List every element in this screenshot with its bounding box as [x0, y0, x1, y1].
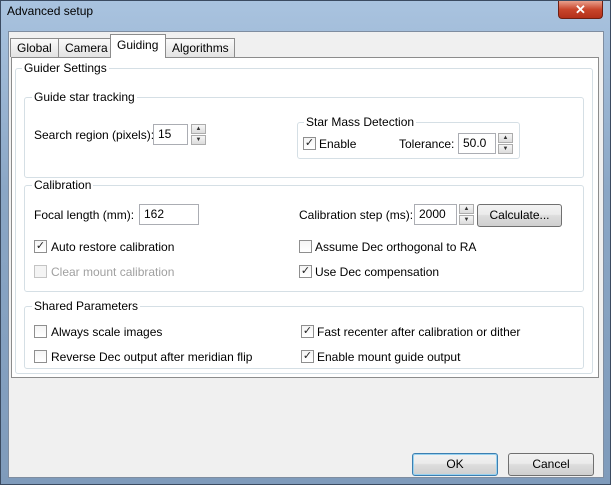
tab-algorithms[interactable]: Algorithms [165, 38, 235, 57]
calibration-step-spinner[interactable]: ▲ ▼ [459, 204, 474, 225]
shared-parameters-title: Shared Parameters [32, 299, 141, 313]
reverse-dec-checkbox[interactable] [34, 350, 47, 363]
search-region-spinner[interactable]: ▲ ▼ [191, 124, 206, 145]
focal-length-input[interactable]: 162 [139, 204, 199, 225]
calibration-step-label: Calibration step (ms): [299, 208, 414, 222]
spin-down-icon[interactable]: ▼ [459, 215, 474, 225]
focal-length-label: Focal length (mm): [34, 208, 135, 222]
search-region-input[interactable]: 15 [153, 124, 188, 145]
assume-dec-orthogonal-checkbox[interactable] [299, 240, 312, 253]
reverse-dec-label[interactable]: Reverse Dec output after meridian flip [51, 350, 252, 364]
star-mass-detection-title: Star Mass Detection [304, 115, 417, 129]
use-dec-compensation-label[interactable]: Use Dec compensation [315, 265, 439, 279]
always-scale-label[interactable]: Always scale images [51, 325, 162, 339]
spin-up-icon[interactable]: ▲ [191, 124, 206, 134]
dialog-client-area: Global Camera Guiding Algorithms Guider … [8, 31, 604, 478]
advanced-setup-window: Advanced setup ✕ Global Camera Guiding A… [0, 0, 611, 485]
tolerance-label: Tolerance: [399, 137, 455, 151]
calibration-title: Calibration [32, 178, 94, 192]
spin-up-icon[interactable]: ▲ [498, 133, 513, 143]
auto-restore-checkbox[interactable]: ✓ [34, 240, 47, 253]
close-icon: ✕ [575, 2, 586, 17]
clear-mount-calibration-checkbox [34, 265, 47, 278]
tab-global[interactable]: Global [10, 38, 59, 57]
tab-guiding[interactable]: Guiding [110, 34, 166, 58]
ok-button[interactable]: OK [412, 453, 498, 476]
spin-down-icon[interactable]: ▼ [498, 144, 513, 154]
tab-camera[interactable]: Camera [58, 38, 111, 57]
cancel-button[interactable]: Cancel [508, 453, 594, 476]
clear-mount-calibration-label: Clear mount calibration [51, 265, 175, 279]
fast-recenter-checkbox[interactable]: ✓ [301, 325, 314, 338]
always-scale-checkbox[interactable] [34, 325, 47, 338]
assume-dec-orthogonal-label[interactable]: Assume Dec orthogonal to RA [315, 240, 476, 254]
spin-up-icon[interactable]: ▲ [459, 204, 474, 214]
enable-mount-guide-checkbox[interactable]: ✓ [301, 350, 314, 363]
window-title: Advanced setup [7, 4, 94, 18]
tolerance-spinner[interactable]: ▲ ▼ [498, 133, 513, 154]
guide-star-tracking-title: Guide star tracking [32, 90, 137, 104]
calculate-button[interactable]: Calculate... [477, 204, 562, 227]
calibration-step-input[interactable]: 2000 [414, 204, 457, 225]
auto-restore-label[interactable]: Auto restore calibration [51, 240, 174, 254]
close-button[interactable]: ✕ [558, 1, 603, 19]
spin-down-icon[interactable]: ▼ [191, 135, 206, 145]
title-bar: Advanced setup ✕ [1, 1, 610, 23]
enable-mount-guide-label[interactable]: Enable mount guide output [317, 350, 460, 364]
guider-settings-title: Guider Settings [22, 61, 109, 75]
use-dec-compensation-checkbox[interactable]: ✓ [299, 265, 312, 278]
guiding-tab-panel: Guider Settings Guide star tracking Sear… [11, 57, 599, 378]
star-mass-enable-label[interactable]: Enable [319, 137, 356, 151]
star-mass-enable-checkbox[interactable]: ✓ [303, 137, 316, 150]
search-region-label: Search region (pixels): [34, 128, 155, 142]
fast-recenter-label[interactable]: Fast recenter after calibration or dithe… [317, 325, 520, 339]
tolerance-input[interactable]: 50.0 [458, 133, 496, 154]
